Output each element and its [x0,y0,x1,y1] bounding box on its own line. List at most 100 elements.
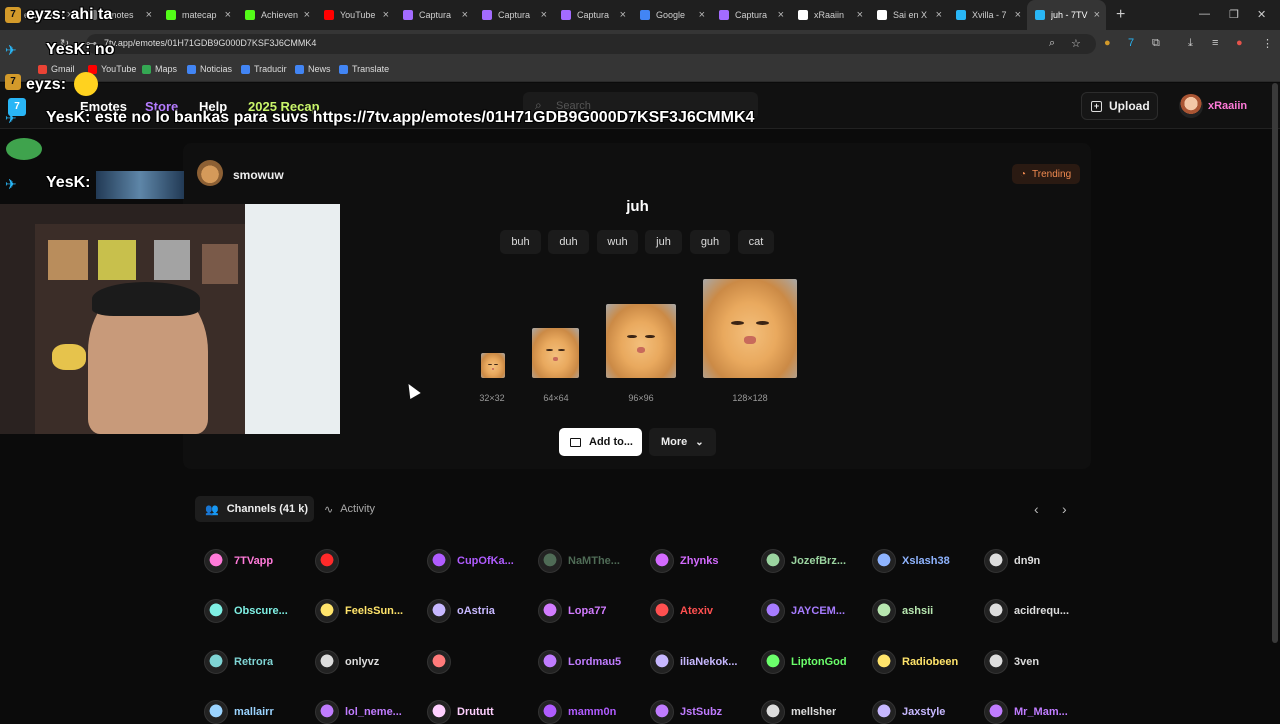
channel-item[interactable]: mallairr [204,700,314,724]
browser-tab[interactable]: eyzs: ahi ta × [0,0,79,30]
prev-page-icon[interactable]: ‹ [1034,501,1039,517]
tab-close-icon[interactable]: × [857,9,863,21]
browser-tab[interactable]: Captura × [395,0,474,30]
channel-item[interactable]: JstSubz [650,700,760,724]
channel-item[interactable]: Retrora [204,650,314,674]
next-page-icon[interactable]: › [1062,501,1067,517]
channel-item[interactable]: acidrequ... [984,599,1094,623]
tab-close-icon[interactable]: × [462,9,468,21]
user-name[interactable]: xRaaiin [1208,100,1247,112]
bookmark-item[interactable]: Translate [339,64,389,74]
browser-tab[interactable]: Achieven × [237,0,316,30]
nav-help[interactable]: Help [199,99,227,114]
tab-close-icon[interactable]: × [67,9,73,21]
scrollbar[interactable] [1272,83,1278,643]
channel-item[interactable] [427,650,537,674]
tab-close-icon[interactable]: × [146,9,152,21]
tab-channels[interactable]: 👥 Channels (41 k) [195,496,314,522]
tab-close-icon[interactable]: × [778,9,784,21]
more-button[interactable]: More ⌄ [649,428,716,456]
tag-buh[interactable]: buh [500,230,541,254]
tab-close-icon[interactable]: × [1015,9,1021,21]
bookmark-item[interactable]: News [295,64,331,74]
tab-close-icon[interactable]: × [620,9,626,21]
channel-item[interactable]: iliaNekok... [650,650,760,674]
bookmark-item[interactable]: Maps [142,64,177,74]
channel-item[interactable]: JozefBrz... [761,549,871,573]
site-info-icon[interactable]: ⊶ [86,37,97,50]
tab-close-icon[interactable]: × [383,9,389,21]
browser-tab[interactable]: Google × [632,0,711,30]
channel-item[interactable]: mellsher [761,700,871,724]
channel-item[interactable]: FeelsSun... [315,599,425,623]
browser-tab[interactable]: Emotes × [79,0,158,30]
reading-list-icon[interactable]: ≡ [1212,37,1218,49]
owner-avatar[interactable] [197,160,223,186]
bookmark-item[interactable]: Traducir [241,64,287,74]
channel-item[interactable]: CupOfKa... [427,549,537,573]
channel-item[interactable]: onlyvz [315,650,425,674]
channel-item[interactable]: ashsii [872,599,982,623]
tab-activity[interactable]: ∿ Activity [324,496,375,522]
tab-close-icon[interactable]: × [225,9,231,21]
channel-item[interactable]: LiptonGod [761,650,871,674]
nav-recap[interactable]: 2025 Recap [248,99,320,114]
browser-tab[interactable]: Sai en X × [869,0,948,30]
bookmark-item[interactable]: Gmail [38,64,75,74]
channel-item[interactable]: Obscure... [204,599,314,623]
owner-name[interactable]: smowuw [233,168,284,182]
7tv-extension-icon[interactable]: 7 [1128,37,1134,49]
tab-close-icon[interactable]: × [541,9,547,21]
tag-duh[interactable]: duh [548,230,589,254]
bookmark-star-icon[interactable]: ☆ [1071,37,1081,50]
extensions-puzzle-icon[interactable]: ⧉ [1152,37,1160,50]
close-window-icon[interactable]: ✕ [1257,8,1266,21]
browser-tab[interactable]: xRaaiin × [790,0,869,30]
tag-wuh[interactable]: wuh [597,230,638,254]
upload-button[interactable]: + Upload [1081,92,1158,120]
nav-store[interactable]: Store [145,99,178,114]
channel-item[interactable]: Drututt [427,700,537,724]
browser-tab[interactable]: Captura × [474,0,553,30]
browser-tab[interactable]: juh - 7TV × [1027,0,1106,30]
menu-kebab-icon[interactable]: ⋮ [1262,37,1273,50]
channel-item[interactable] [315,549,425,573]
channel-item[interactable]: Atexiv [650,599,760,623]
browser-tab[interactable]: Xvilla - 7 × [948,0,1027,30]
reload-icon[interactable]: ↻ [60,37,69,50]
minimize-icon[interactable]: — [1199,8,1210,20]
browser-tab[interactable]: matecap × [158,0,237,30]
channel-item[interactable]: oAstria [427,599,537,623]
channel-item[interactable]: 3ven [984,650,1094,674]
channel-item[interactable]: Zhynks [650,549,760,573]
user-avatar[interactable] [1179,94,1203,118]
channel-item[interactable]: Jaxstyle [872,700,982,724]
zoom-icon[interactable]: ⌕ [1049,37,1055,50]
browser-tab[interactable]: Captura × [553,0,632,30]
channel-item[interactable]: lol_neme... [315,700,425,724]
nav-emotes[interactable]: Emotes [80,99,127,114]
channel-item[interactable]: Radiobeen [872,650,982,674]
download-icon[interactable]: ⤓ [1188,37,1193,50]
channel-item[interactable]: dn9n [984,549,1094,573]
browser-tab[interactable]: Captura × [711,0,790,30]
tag-juh[interactable]: juh [645,230,682,254]
channel-item[interactable]: Mr_Mam... [984,700,1094,724]
channel-item[interactable]: Lordmau5 [538,650,648,674]
tag-cat[interactable]: cat [738,230,774,254]
tag-guh[interactable]: guh [690,230,730,254]
channel-item[interactable]: mamm0n [538,700,648,724]
channel-item[interactable]: JAYCEM... [761,599,871,623]
profile-icon[interactable]: ● [1236,37,1243,49]
7tv-logo-icon[interactable]: 7 [8,98,26,116]
bookmark-item[interactable]: Noticias [187,64,232,74]
channel-item[interactable]: Lopa77 [538,599,648,623]
tab-close-icon[interactable]: × [699,9,705,21]
channel-item[interactable]: 7TVapp [204,549,314,573]
new-tab-button[interactable]: + [1116,6,1125,24]
bookmark-item[interactable]: YouTube [88,64,136,74]
extension-icon[interactable]: ● [1104,37,1111,49]
channel-item[interactable]: NaMThe... [538,549,648,573]
maximize-icon[interactable]: ❐ [1229,8,1239,21]
browser-tab[interactable]: YouTube × [316,0,395,30]
